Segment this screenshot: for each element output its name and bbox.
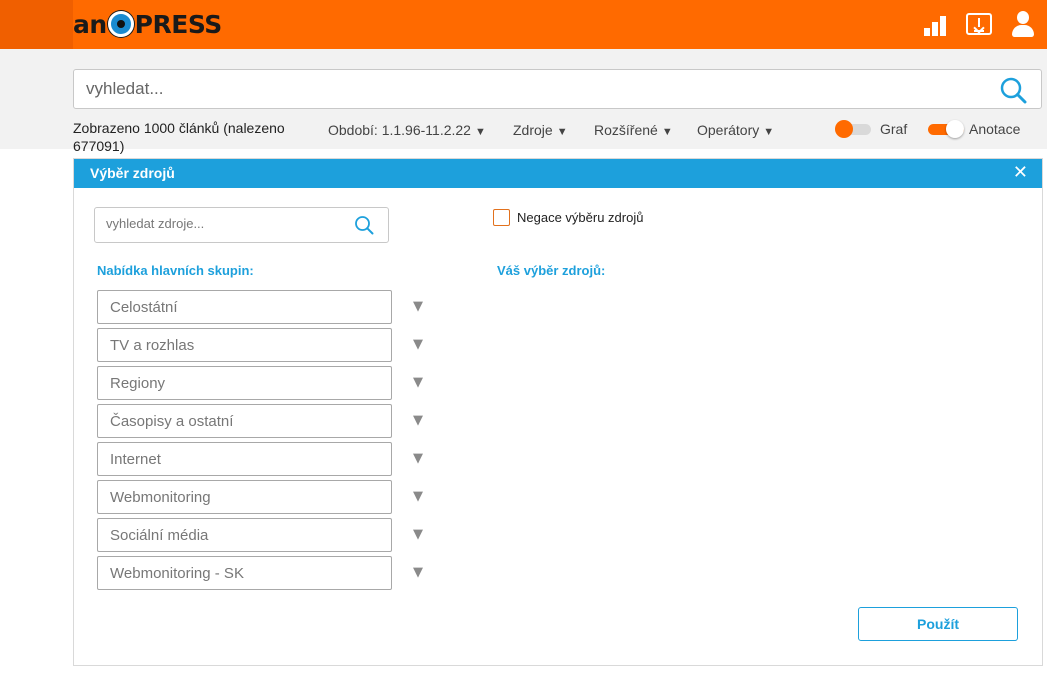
chevron-down-icon[interactable]: ▼ — [413, 565, 423, 580]
list-item: Sociální média ▼ — [97, 518, 427, 552]
negation-checkbox[interactable] — [493, 209, 510, 226]
search-icon[interactable] — [354, 215, 374, 235]
apply-button[interactable]: Použít — [858, 607, 1018, 641]
graph-toggle[interactable] — [835, 120, 871, 138]
list-item: Internet ▼ — [97, 442, 427, 476]
logo-text-right: PRESS — [134, 9, 223, 39]
chevron-down-icon: ▼ — [556, 126, 568, 138]
chevron-down-icon[interactable]: ▼ — [413, 299, 423, 314]
group-label: Webmonitoring — [110, 489, 211, 506]
download-icon[interactable] — [966, 13, 992, 35]
group-label: TV a rozhlas — [110, 337, 195, 354]
sources-filter-label: Zdroje — [513, 122, 553, 138]
dialog-title: Výběr zdrojů — [90, 165, 175, 181]
group-internet[interactable]: Internet — [97, 442, 392, 476]
annotation-toggle-knob — [946, 120, 964, 138]
advanced-filter-label: Rozšířené — [594, 122, 658, 138]
group-label: Časopisy a ostatní — [110, 413, 234, 430]
chevron-down-icon[interactable]: ▼ — [413, 527, 423, 542]
group-tv-a-rozhlas[interactable]: TV a rozhlas — [97, 328, 392, 362]
advanced-filter[interactable]: Rozšířené ▼ — [594, 122, 673, 138]
group-label: Celostátní — [110, 299, 178, 316]
period-filter[interactable]: Období: 1.1.96-11.2.22 ▼ — [328, 122, 486, 138]
source-search-input[interactable] — [106, 216, 341, 231]
logo-eye-icon — [107, 11, 134, 37]
graph-toggle-label: Graf — [880, 121, 908, 137]
source-search-box[interactable] — [94, 207, 389, 243]
group-label: Webmonitoring - SK — [110, 565, 244, 582]
main-search-input[interactable] — [86, 78, 966, 100]
search-icon[interactable] — [999, 76, 1027, 104]
negation-label: Negace výběru zdrojů — [517, 210, 644, 225]
logo-text-left: an — [73, 9, 107, 39]
period-filter-label: Období: 1.1.96-11.2.22 — [328, 122, 471, 138]
sources-filter[interactable]: Zdroje ▼ — [513, 122, 568, 138]
chevron-down-icon[interactable]: ▼ — [413, 489, 423, 504]
list-item: Časopisy a ostatní ▼ — [97, 404, 427, 438]
chevron-down-icon[interactable]: ▼ — [413, 375, 423, 390]
group-list: Celostátní ▼ TV a rozhlas ▼ Regiony ▼ Ča… — [97, 290, 427, 594]
chevron-down-icon: ▼ — [661, 126, 673, 138]
top-header: an PRESS — [0, 0, 1047, 49]
group-webmonitoring-sk[interactable]: Webmonitoring - SK — [97, 556, 392, 590]
graph-toggle-knob — [835, 120, 853, 138]
chevron-down-icon: ▼ — [474, 126, 486, 138]
annotation-toggle[interactable] — [928, 120, 964, 138]
chevron-down-icon[interactable]: ▼ — [413, 413, 423, 428]
group-label: Internet — [110, 451, 161, 468]
source-selection-dialog: Výběr zdrojů ✕ Negace výběru zdrojů Nabí… — [73, 158, 1043, 666]
main-groups-title: Nabídka hlavních skupin: — [97, 263, 254, 278]
group-label: Sociální média — [110, 527, 209, 544]
list-item: Regiony ▼ — [97, 366, 427, 400]
group-casopisy[interactable]: Časopisy a ostatní — [97, 404, 392, 438]
group-webmonitoring[interactable]: Webmonitoring — [97, 480, 392, 514]
chevron-down-icon[interactable]: ▼ — [413, 451, 423, 466]
group-celostatni[interactable]: Celostátní — [97, 290, 392, 324]
anopress-logo[interactable]: an PRESS — [73, 7, 222, 41]
chevron-down-icon[interactable]: ▼ — [413, 337, 423, 352]
list-item: Webmonitoring ▼ — [97, 480, 427, 514]
main-search-box[interactable] — [73, 69, 1042, 109]
user-icon[interactable] — [1011, 11, 1035, 37]
chevron-down-icon: ▼ — [763, 126, 775, 138]
dialog-header: Výběr zdrojů ✕ — [74, 159, 1042, 188]
list-item: Celostátní ▼ — [97, 290, 427, 324]
operators-filter-label: Operátory — [697, 122, 760, 138]
close-icon[interactable]: ✕ — [1013, 163, 1028, 183]
selection-title: Váš výběr zdrojů: — [497, 263, 606, 278]
operators-filter[interactable]: Operátory ▼ — [697, 122, 774, 138]
list-item: TV a rozhlas ▼ — [97, 328, 427, 362]
results-count-text: Zobrazeno 1000 článků (nalezeno 677091) — [73, 120, 285, 154]
header-left-panel — [0, 0, 73, 49]
list-item: Webmonitoring - SK ▼ — [97, 556, 427, 590]
annotation-toggle-label: Anotace — [969, 121, 1021, 137]
group-regiony[interactable]: Regiony — [97, 366, 392, 400]
stats-bars-icon[interactable] — [924, 12, 948, 36]
group-socialni-media[interactable]: Sociální média — [97, 518, 392, 552]
group-label: Regiony — [110, 375, 166, 392]
